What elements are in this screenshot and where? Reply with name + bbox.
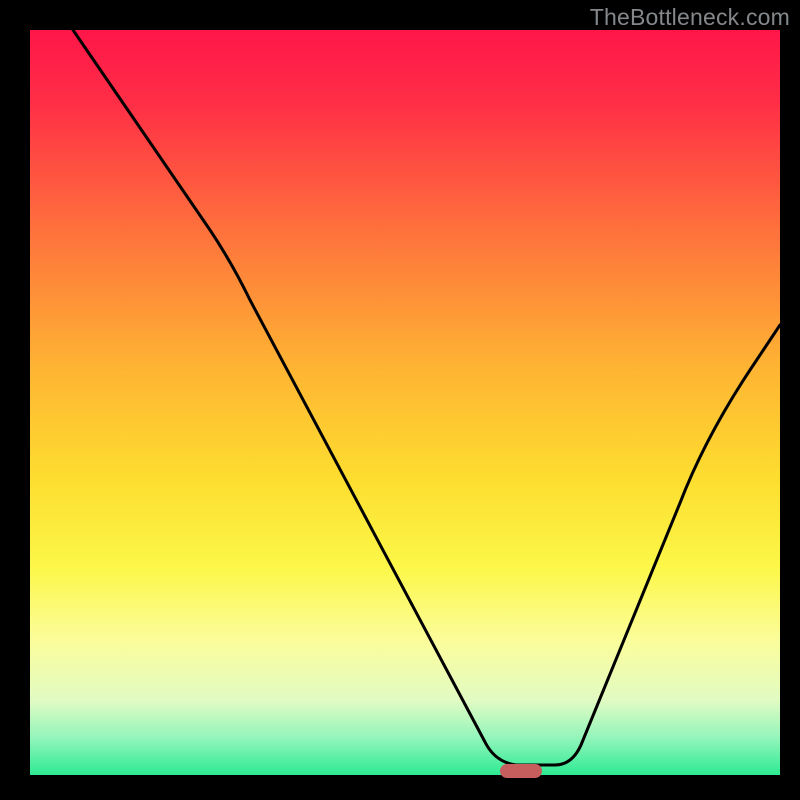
chart-frame: TheBottleneck.com [0,0,800,800]
bottleneck-plot [0,0,800,800]
optimum-marker [500,764,542,778]
watermark-text: TheBottleneck.com [590,4,790,31]
gradient-background [30,30,780,775]
